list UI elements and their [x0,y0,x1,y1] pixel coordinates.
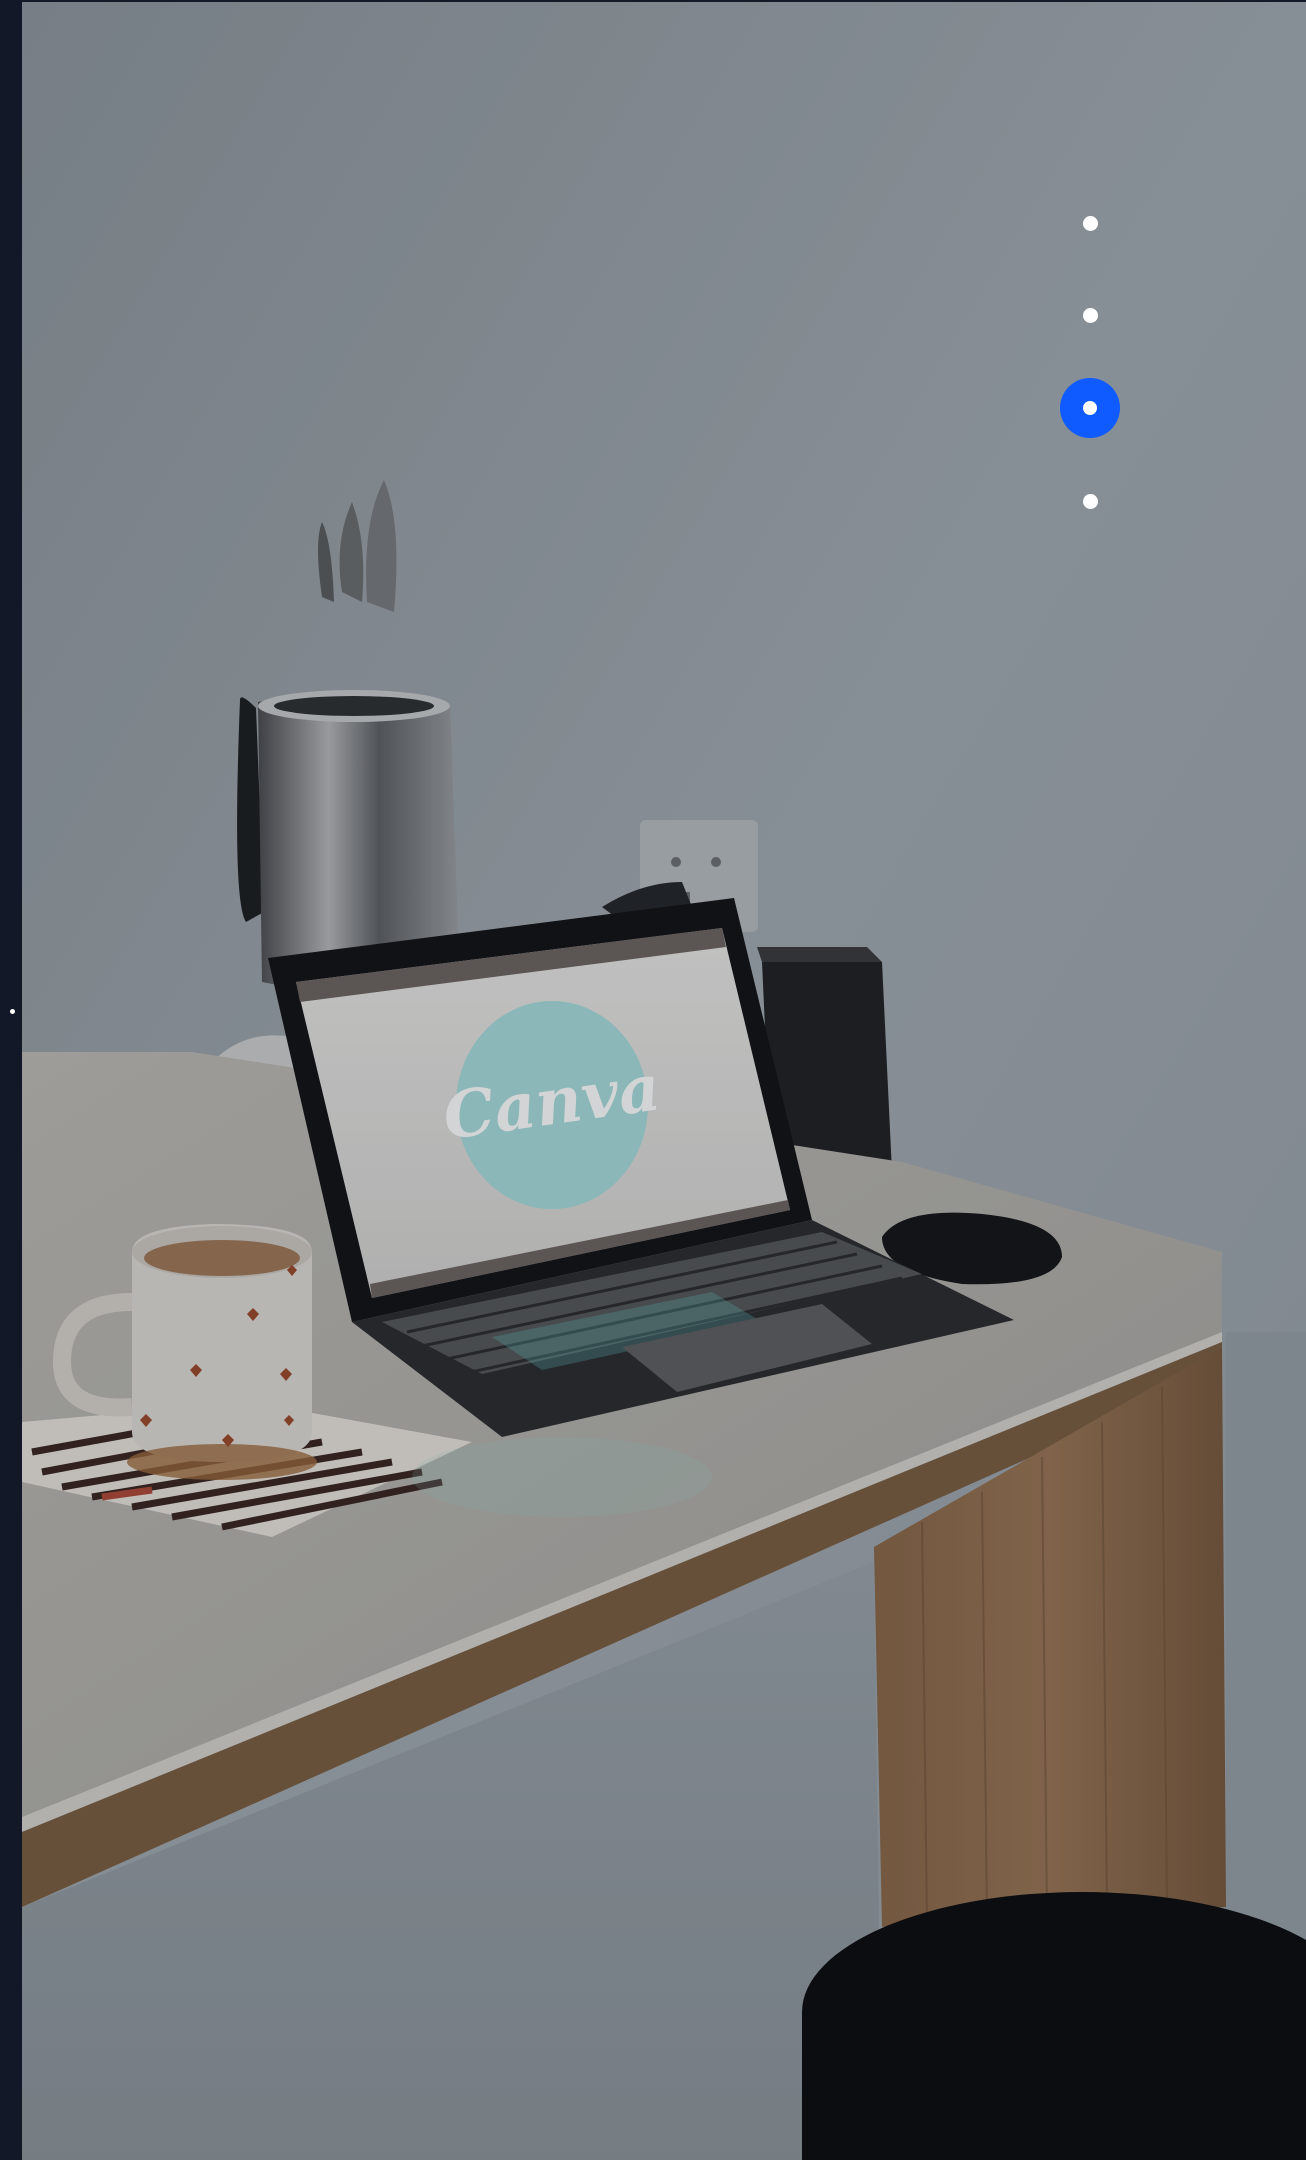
slide-dot-4[interactable] [1059,470,1121,532]
slide-dot-1[interactable] [1059,192,1121,254]
left-rail [0,0,22,2160]
slide-dot-2-pip [1082,307,1098,323]
slide-dot-4-pip [1082,493,1098,509]
slide-pagination [1059,192,1121,509]
slide-dot-3-active[interactable] [1059,377,1121,439]
page: Canva [0,0,1306,2160]
slide-dot-1-pip [1082,215,1098,231]
slide-dot-3-pip [1083,401,1097,415]
active-slide-ring [1060,378,1120,438]
left-rail-indicator [10,1009,15,1014]
slide-dot-2[interactable] [1059,284,1121,346]
